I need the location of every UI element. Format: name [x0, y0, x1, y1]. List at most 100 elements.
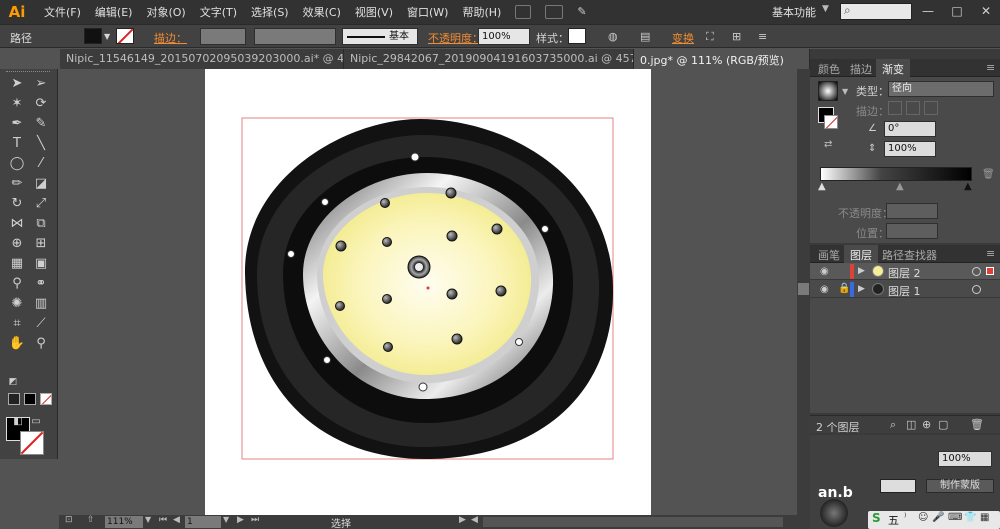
- brush-definition[interactable]: 基本: [342, 28, 418, 45]
- direct-selection-tool-icon[interactable]: ➢: [31, 73, 51, 93]
- visibility-eye-icon[interactable]: ◉: [820, 284, 832, 295]
- variable-width-profile[interactable]: [254, 28, 336, 45]
- screen-mode-icon[interactable]: ▭: [26, 411, 46, 431]
- workspace-switcher[interactable]: 基本功能: [772, 4, 816, 20]
- draw-mode-icon[interactable]: ◧: [8, 411, 28, 431]
- gradient-type-select[interactable]: 径向: [888, 81, 994, 97]
- bridge-icon[interactable]: [515, 5, 532, 19]
- rotate-tool-icon[interactable]: ↻: [7, 193, 27, 213]
- search-input[interactable]: ⌕: [840, 3, 912, 20]
- selection-indicator[interactable]: [986, 267, 994, 275]
- ime-mode[interactable]: 五: [888, 512, 899, 528]
- chevron-down-icon[interactable]: ▼: [145, 515, 151, 524]
- line-tool-icon[interactable]: ╲: [31, 133, 51, 153]
- gradient-angle-field[interactable]: 0°: [884, 121, 936, 137]
- page-field[interactable]: 1: [185, 516, 221, 528]
- next-page-icon[interactable]: ▶: [237, 515, 244, 525]
- scroll-left-icon[interactable]: ◀: [471, 515, 478, 525]
- gradient-stroke-box[interactable]: [824, 115, 838, 129]
- tab-stroke[interactable]: 描边: [844, 59, 878, 77]
- align-icon[interactable]: ▤: [640, 30, 650, 43]
- menu-object[interactable]: 对象(O): [146, 4, 185, 20]
- panel-menu-icon[interactable]: ≡: [758, 30, 767, 43]
- doc-tab-1[interactable]: Nipic_11546149_20150702095039203000.ai* …: [60, 49, 344, 69]
- chevron-down-icon[interactable]: ▼: [104, 32, 110, 41]
- ime-punct-icon[interactable]: ⁾: [904, 512, 906, 523]
- clipping-mask-icon[interactable]: ◫: [906, 418, 916, 431]
- stroke-weight-field[interactable]: [200, 28, 246, 45]
- curvature-tool-icon[interactable]: ✎: [31, 113, 51, 133]
- delete-stop-icon[interactable]: 🗑: [982, 169, 995, 180]
- magic-wand-tool-icon[interactable]: ✶: [7, 93, 27, 113]
- menu-type[interactable]: 文字(T): [200, 4, 237, 20]
- menu-select[interactable]: 选择(S): [251, 4, 289, 20]
- stroke-within-icon[interactable]: [888, 101, 902, 115]
- visibility-eye-icon[interactable]: ◉: [820, 266, 832, 277]
- stroke-swatch[interactable]: [116, 28, 134, 44]
- make-mask-button[interactable]: 制作蒙版: [926, 479, 994, 493]
- ime-tools-icon[interactable]: ▦: [980, 512, 989, 523]
- stroke-along-icon[interactable]: [906, 101, 920, 115]
- recolor-icon[interactable]: ◍: [608, 30, 618, 43]
- selection-tool-icon[interactable]: ➤: [7, 73, 27, 93]
- scale-tool-icon[interactable]: ⤢: [31, 193, 51, 213]
- transparency-opacity-field[interactable]: 100%: [938, 451, 992, 467]
- horizontal-scrollbar[interactable]: [483, 517, 783, 527]
- control-options-icon[interactable]: ⊞: [732, 30, 741, 43]
- scrollbar-thumb[interactable]: [798, 283, 809, 295]
- stroke-across-icon[interactable]: [924, 101, 938, 115]
- paintbrush-tool-icon[interactable]: ⁄: [31, 153, 51, 173]
- gpu-performance-icon[interactable]: ✎: [577, 5, 593, 19]
- first-page-icon[interactable]: ⏮: [159, 515, 167, 525]
- artboard-tool-icon[interactable]: ⌗: [7, 313, 27, 333]
- canvas-area[interactable]: [59, 69, 810, 515]
- status-arrow-icon[interactable]: ▶: [459, 515, 466, 525]
- free-transform-tool-icon[interactable]: ⧉: [31, 213, 51, 233]
- last-page-icon[interactable]: ⏭: [251, 515, 259, 525]
- pen-tool-icon[interactable]: ✒: [7, 113, 27, 133]
- reverse-gradient-icon[interactable]: ⇄: [824, 139, 832, 150]
- chevron-down-icon[interactable]: ▼: [842, 87, 848, 96]
- fill-swatch[interactable]: [84, 28, 102, 44]
- gradient-opacity-field[interactable]: [886, 203, 938, 219]
- gradient-slider[interactable]: [820, 167, 972, 181]
- zoom-field[interactable]: 111%: [105, 516, 143, 528]
- minimize-button[interactable]: —: [914, 0, 942, 22]
- vertical-scrollbar[interactable]: [797, 69, 810, 515]
- share-icon[interactable]: ⇧: [87, 515, 95, 525]
- layer-name[interactable]: 图层 1: [888, 283, 921, 299]
- chevron-down-icon[interactable]: ▼: [822, 4, 829, 14]
- locate-object-icon[interactable]: ⌕: [890, 418, 896, 432]
- mask-thumbnail[interactable]: [880, 479, 916, 493]
- lock-icon[interactable]: 🔒: [838, 283, 850, 294]
- ellipse-tool-icon[interactable]: ◯: [7, 153, 27, 173]
- new-sublayer-icon[interactable]: ⊕: [922, 418, 931, 431]
- graphic-style-swatch[interactable]: [568, 28, 586, 44]
- opacity-label[interactable]: 不透明度：: [428, 30, 483, 46]
- isolate-icon[interactable]: ⛶: [706, 30, 714, 44]
- eraser-tool-icon[interactable]: ◪: [31, 173, 51, 193]
- tab-pathfinder[interactable]: 路径查找器: [876, 245, 943, 263]
- opacity-field[interactable]: 100%: [478, 28, 530, 45]
- close-button[interactable]: ✕: [972, 0, 1000, 22]
- artboard[interactable]: [205, 69, 651, 515]
- gradient-stop-white-icon[interactable]: ▲: [818, 181, 826, 192]
- gradient-stop-mid-icon[interactable]: ▲: [896, 181, 904, 192]
- symbol-sprayer-tool-icon[interactable]: ✺: [7, 293, 27, 313]
- lasso-tool-icon[interactable]: ⟳: [31, 93, 51, 113]
- maximize-button[interactable]: □: [943, 0, 971, 22]
- transform-label[interactable]: 变换: [672, 30, 694, 46]
- gradient-position-field[interactable]: [886, 223, 938, 239]
- tab-layers[interactable]: 图层: [844, 245, 878, 263]
- doc-tab-2[interactable]: Nipic_29842067_20190904191603735000.ai @…: [344, 49, 634, 69]
- artboard-nav-icon[interactable]: ⊡: [65, 515, 73, 525]
- arrange-documents-icon[interactable]: [545, 5, 564, 19]
- shape-builder-tool-icon[interactable]: ⊕: [7, 233, 27, 253]
- gradient-thumbnail[interactable]: [818, 81, 838, 101]
- ime-emoji-icon[interactable]: ☺: [918, 512, 928, 523]
- perspective-grid-tool-icon[interactable]: ⊞: [31, 233, 51, 253]
- stroke-color-box[interactable]: [20, 431, 44, 455]
- zoom-tool-icon[interactable]: ⚲: [31, 333, 51, 353]
- gradient-aspect-field[interactable]: 100%: [884, 141, 936, 157]
- layer-row[interactable]: ◉ ▶ 图层 2: [810, 263, 1000, 280]
